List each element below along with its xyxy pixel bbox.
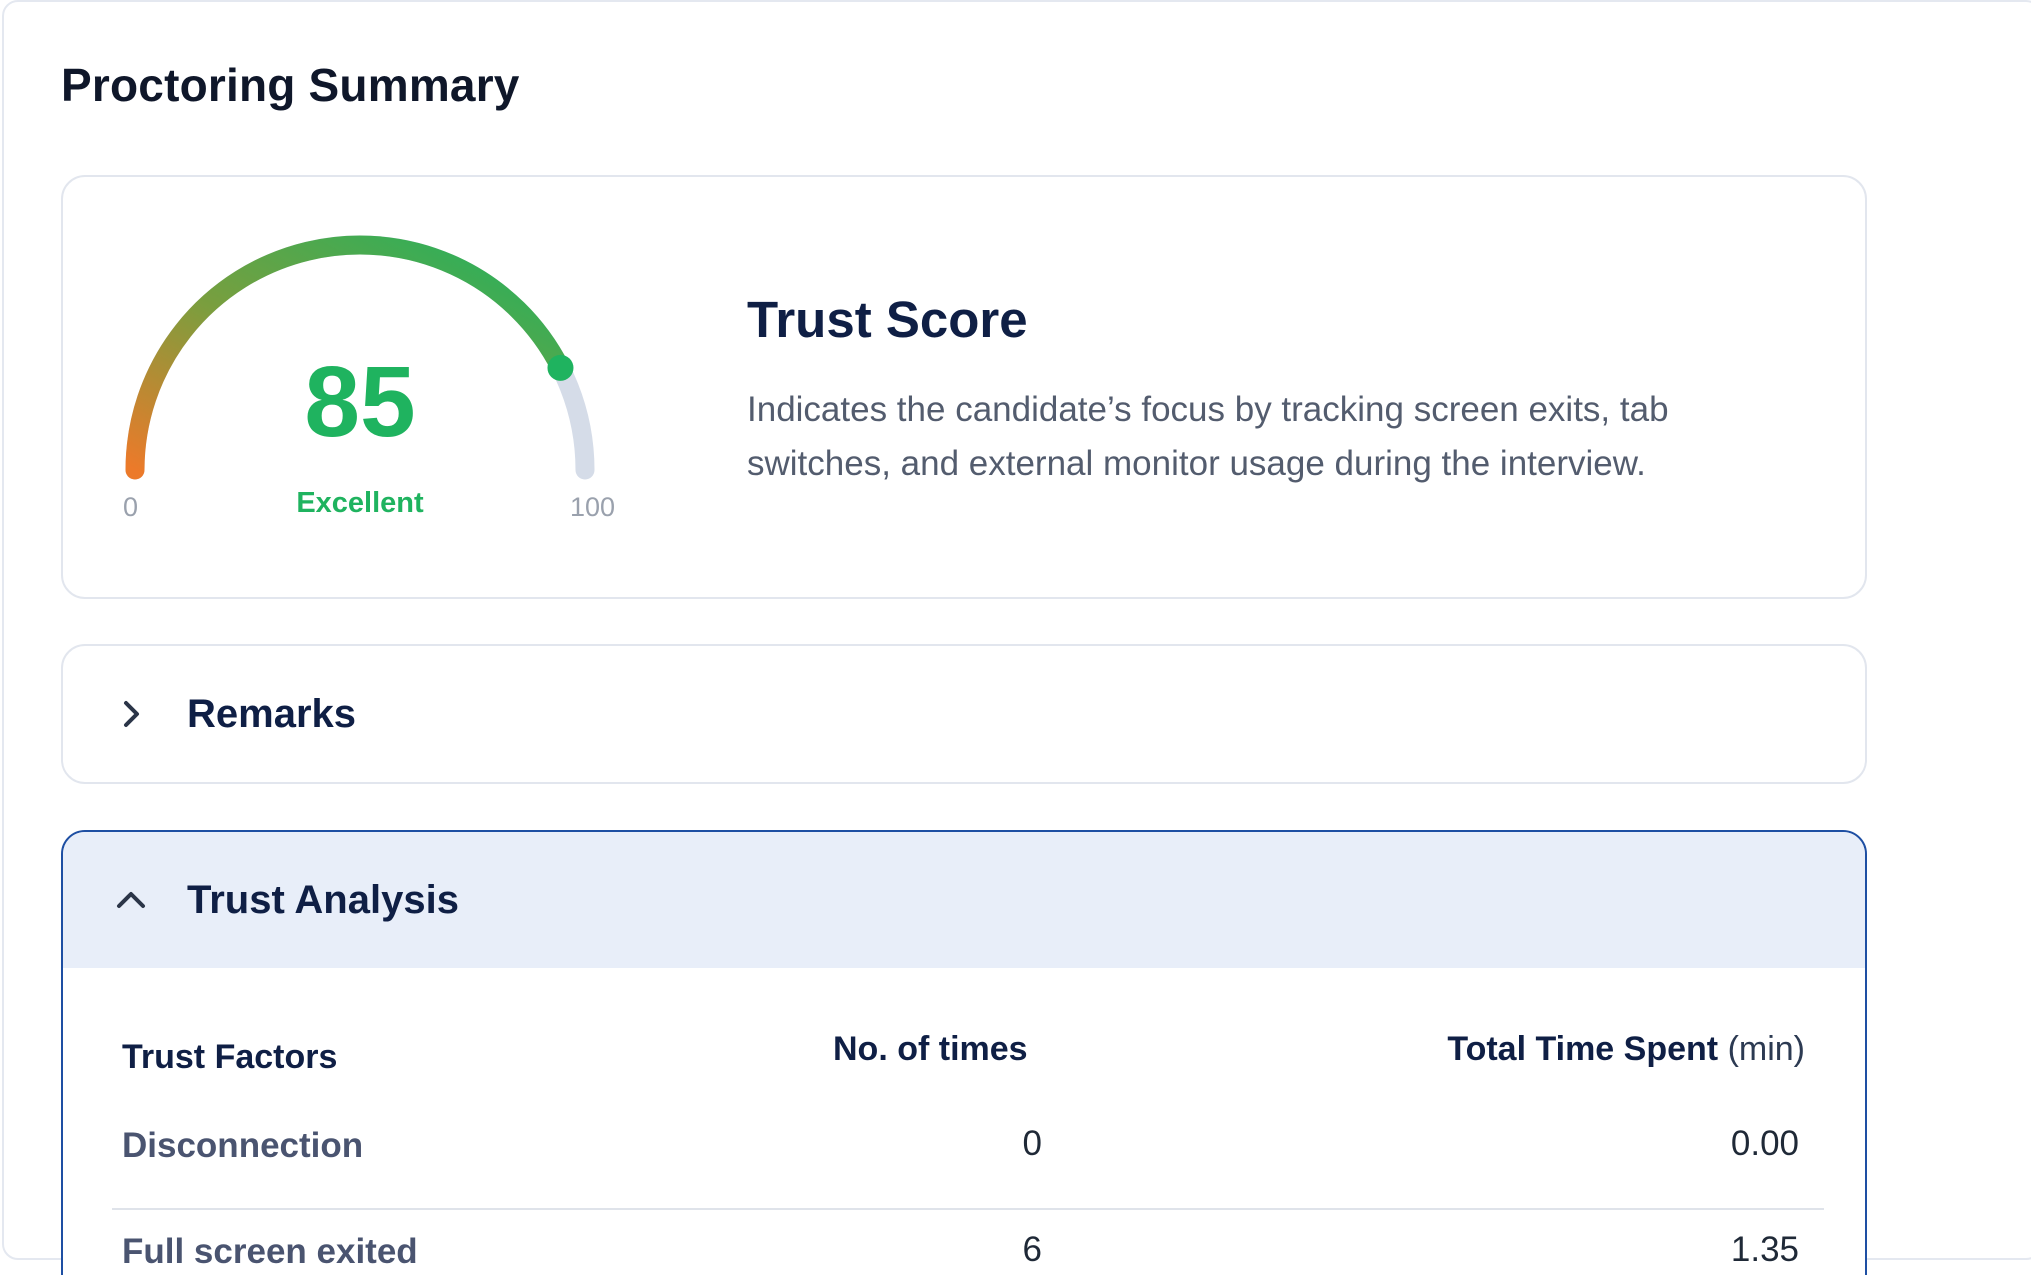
remarks-accordion[interactable]: Remarks: [61, 644, 1867, 784]
trust-factor-time: 1.35: [1730, 1230, 1799, 1269]
trust-factor-time: 0.00: [1730, 1124, 1799, 1163]
column-header-trust-factors: Trust Factors: [122, 1038, 338, 1076]
trust-factor-count: 6: [1022, 1230, 1042, 1269]
trust-score-title: Trust Score: [747, 291, 1028, 348]
gauge-max-label: 100: [570, 492, 616, 522]
trust-analysis-title: Trust Analysis: [187, 878, 459, 922]
chevron-right-icon: [124, 701, 139, 727]
gauge-min-label: 0: [123, 492, 139, 522]
total-time-label: Total Time Spent: [1447, 1030, 1719, 1068]
trust-score-gauge: 85 Excellent 0 100: [105, 225, 645, 545]
page-title: Proctoring Summary: [61, 59, 520, 111]
trust-factor-name: Full screen exited: [122, 1232, 418, 1271]
remarks-header[interactable]: Remarks: [63, 646, 1865, 782]
remarks-title: Remarks: [187, 692, 357, 736]
chevron-up-icon: [117, 892, 145, 908]
column-header-no-of-times: No. of times: [833, 1030, 1028, 1068]
trust-score-description: Indicates the candidate’s focus by track…: [747, 390, 1669, 483]
trust-score-value: 85: [304, 346, 416, 458]
proctoring-summary-page: Proctoring Summary 85 Excellent 0 100 Tr…: [0, 0, 2031, 1275]
row-divider: [112, 1208, 1824, 1210]
trust-score-status: Excellent: [296, 487, 424, 519]
total-time-unit: (min): [1727, 1030, 1805, 1068]
column-header-total-time: Total Time Spent (min): [1447, 1030, 1805, 1069]
trust-factor-count: 0: [1022, 1124, 1042, 1163]
trust-analysis-header[interactable]: Trust Analysis: [63, 832, 1865, 968]
trust-analysis-accordion: Trust Analysis Trust Factors No. of time…: [61, 830, 1867, 1275]
trust-factor-name: Disconnection: [122, 1126, 364, 1165]
